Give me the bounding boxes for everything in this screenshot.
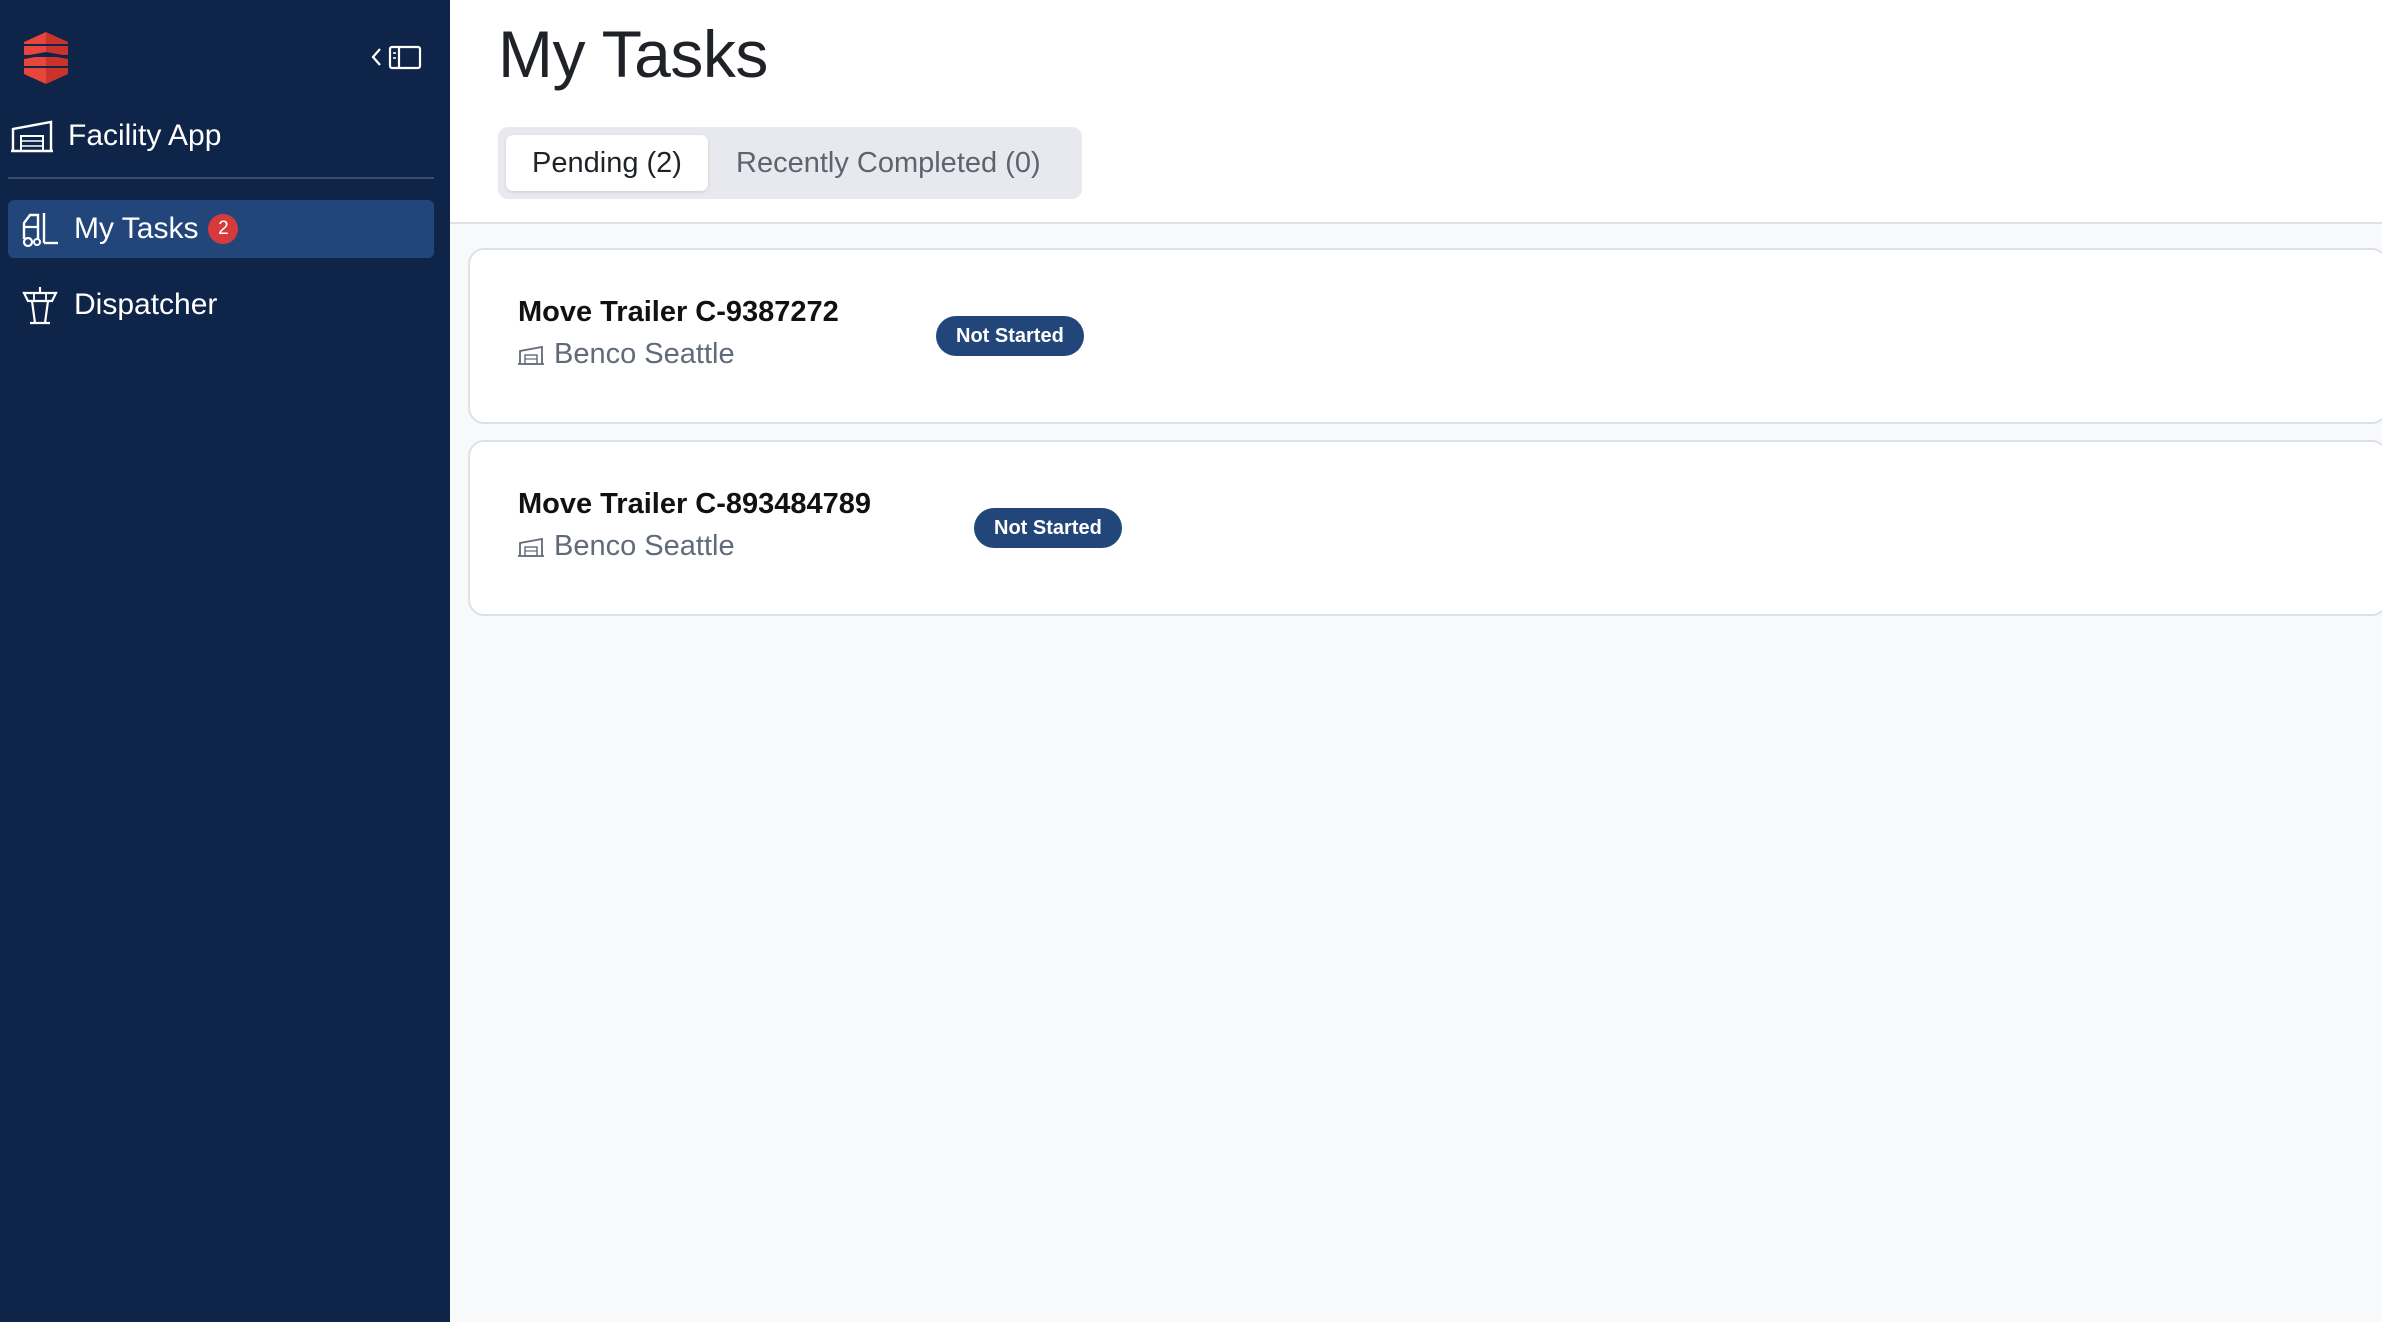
sidebar-item-label: Dispatcher <box>74 288 218 321</box>
page-header: My Tasks Pending (2) Recently Completed … <box>450 0 2382 224</box>
warehouse-icon <box>11 120 53 153</box>
sidebar-item-label: My Tasks <box>74 212 199 245</box>
tab-pending[interactable]: Pending (2) <box>506 135 708 191</box>
warehouse-icon <box>518 537 544 557</box>
task-card[interactable]: Move Trailer C-9387272 Benco Seattle Not… <box>468 248 2382 424</box>
tab-recently-completed[interactable]: Recently Completed (0) <box>712 135 1065 191</box>
warehouse-icon <box>518 345 544 365</box>
status-badge: Not Started <box>936 316 1084 356</box>
sidebar-divider <box>8 177 434 179</box>
app-switcher[interactable]: Facility App <box>10 112 430 160</box>
sidebar: Facility App My Tasks 2 Dispatcher <box>0 0 450 1322</box>
task-tabs: Pending (2) Recently Completed (0) <box>498 127 1082 199</box>
sidebar-item-dispatcher[interactable]: Dispatcher <box>8 276 434 334</box>
app-root: Facility App My Tasks 2 Dispatcher My Ta… <box>0 0 2382 1322</box>
sidebar-item-my-tasks[interactable]: My Tasks 2 <box>8 200 434 258</box>
main-content: My Tasks Pending (2) Recently Completed … <box>450 0 2382 1322</box>
company-logo[interactable] <box>18 30 74 86</box>
task-title: Move Trailer C-9387272 <box>518 296 839 328</box>
location-name: Benco Seattle <box>554 530 735 562</box>
task-title: Move Trailer C-893484789 <box>518 488 872 520</box>
app-name: Facility App <box>68 119 222 152</box>
location-name: Benco Seattle <box>554 338 735 370</box>
task-location: Benco Seattle <box>518 530 735 563</box>
task-card[interactable]: Move Trailer C-893484789 Benco Seattle N… <box>468 440 2382 616</box>
page-title: My Tasks <box>498 17 768 91</box>
task-count-badge: 2 <box>208 214 239 244</box>
collapse-sidebar-icon <box>371 45 422 70</box>
forklift-icon <box>22 213 58 248</box>
status-badge: Not Started <box>974 508 1122 548</box>
task-location: Benco Seattle <box>518 338 735 371</box>
control-tower-icon <box>22 287 58 325</box>
collapse-sidebar-button[interactable] <box>370 42 426 72</box>
